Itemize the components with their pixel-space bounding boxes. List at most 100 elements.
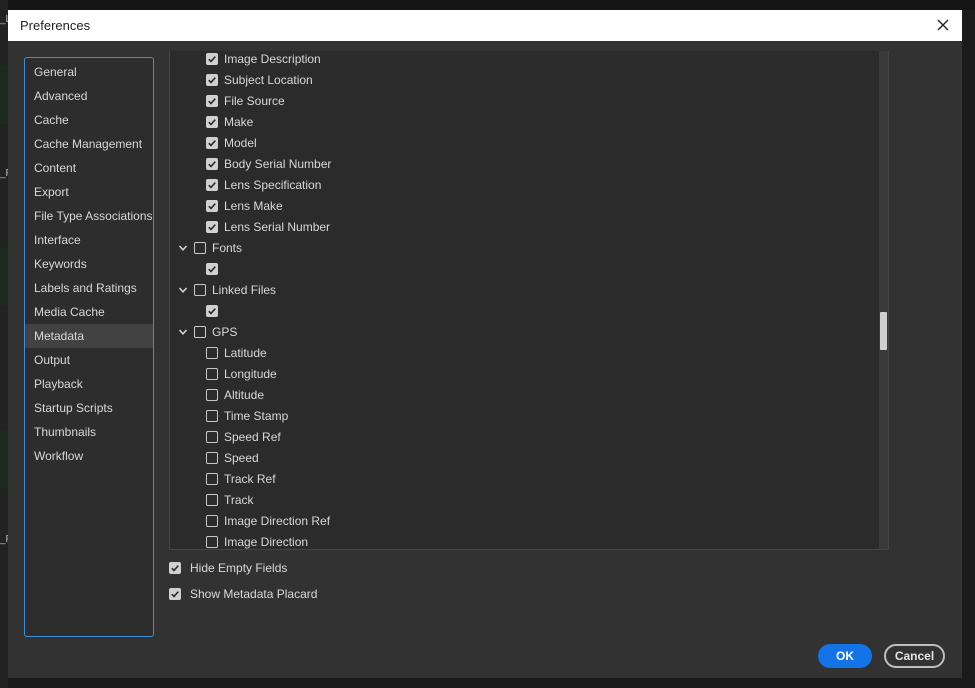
sidebar-item-cache-management[interactable]: Cache Management <box>25 132 153 156</box>
tree-field-row[interactable]: Subject Location <box>206 69 313 90</box>
sidebar-item-general[interactable]: General <box>25 60 153 84</box>
tree-field-row[interactable]: Speed <box>206 447 259 468</box>
tree-field-row[interactable]: Make <box>206 111 253 132</box>
title-bar: Preferences <box>8 10 962 41</box>
sidebar-item-export[interactable]: Export <box>25 180 153 204</box>
close-button[interactable] <box>932 14 954 36</box>
field-checkbox[interactable] <box>206 430 218 443</box>
tree-group-row[interactable]: GPS <box>176 321 237 342</box>
tree-group-row[interactable]: Fonts <box>176 237 242 258</box>
field-checkbox[interactable] <box>206 115 218 128</box>
show-metadata-placard-checkbox[interactable] <box>169 588 181 600</box>
background-thumbnail <box>0 430 8 488</box>
hide-empty-fields-checkbox[interactable] <box>169 562 181 574</box>
sidebar-item-media-cache[interactable]: Media Cache <box>25 300 153 324</box>
field-checkbox[interactable] <box>206 535 218 548</box>
scrollbar-thumb[interactable] <box>880 312 887 350</box>
field-checkbox[interactable] <box>206 514 218 527</box>
field-checkbox[interactable] <box>206 262 218 275</box>
tree-field-row[interactable]: Model <box>206 132 257 153</box>
metadata-fields-tree: Image Description Subject Location File So… <box>169 51 889 550</box>
tree-field-row[interactable]: Image Description <box>206 51 321 69</box>
field-label: Speed <box>224 450 259 465</box>
checkmark-icon <box>208 76 216 84</box>
field-label: Image Direction Ref <box>224 513 331 528</box>
sidebar-item-startup-scripts[interactable]: Startup Scripts <box>25 396 153 420</box>
field-label: Track Ref <box>224 471 276 486</box>
field-checkbox[interactable] <box>206 304 218 317</box>
field-label: Lens Specification <box>224 177 322 192</box>
field-checkbox[interactable] <box>206 73 218 86</box>
field-checkbox[interactable] <box>206 52 218 65</box>
sidebar-item-advanced[interactable]: Advanced <box>25 84 153 108</box>
tree-field-row[interactable]: Longitude <box>206 363 277 384</box>
chevron-down-icon[interactable] <box>176 325 190 339</box>
field-label: Image Direction <box>224 534 309 549</box>
field-label: GPS <box>212 324 238 339</box>
sidebar-item-content[interactable]: Content <box>25 156 153 180</box>
field-checkbox[interactable] <box>206 388 218 401</box>
field-checkbox[interactable] <box>206 220 218 233</box>
field-label: Subject Location <box>224 72 313 87</box>
field-label: Track <box>224 492 254 507</box>
field-label: Model <box>224 135 257 150</box>
tree-field-row[interactable]: Body Serial Number <box>206 153 331 174</box>
tree-group-row[interactable]: Linked Files <box>176 279 276 300</box>
checkmark-icon <box>208 307 216 315</box>
tree-field-row[interactable] <box>206 258 224 279</box>
tree-field-row[interactable]: Lens Specification <box>206 174 321 195</box>
field-checkbox[interactable] <box>206 472 218 485</box>
preferences-sidebar: General Advanced Cache Cache Management Cont… <box>24 57 154 637</box>
field-checkbox[interactable] <box>206 136 218 149</box>
field-checkbox[interactable] <box>194 241 206 254</box>
sidebar-item-playback[interactable]: Playback <box>25 372 153 396</box>
tree-field-row[interactable]: Time Stamp <box>206 405 288 426</box>
field-checkbox[interactable] <box>206 346 218 359</box>
field-label: Body Serial Number <box>224 156 332 171</box>
field-checkbox[interactable] <box>206 94 218 107</box>
cancel-button[interactable]: Cancel <box>884 644 945 668</box>
sidebar-item-cache[interactable]: Cache <box>25 108 153 132</box>
tree-scrollbar[interactable] <box>879 51 888 549</box>
tree-field-row[interactable]: Speed Ref <box>206 426 281 447</box>
sidebar-item-workflow[interactable]: Workflow <box>25 444 153 468</box>
sidebar-item-metadata[interactable]: Metadata <box>25 324 153 348</box>
field-checkbox[interactable] <box>206 199 218 212</box>
field-checkbox[interactable] <box>206 409 218 422</box>
field-checkbox[interactable] <box>206 178 218 191</box>
field-checkbox[interactable] <box>194 283 206 296</box>
hide-empty-fields-option[interactable]: Hide Empty Fields <box>169 558 287 578</box>
sidebar-item-keywords[interactable]: Keywords <box>25 252 153 276</box>
chevron-down-icon[interactable] <box>176 241 190 255</box>
tree-field-row[interactable]: Lens Serial Number <box>206 216 330 237</box>
tree-field-row[interactable]: File Source <box>206 90 285 111</box>
field-checkbox[interactable] <box>206 367 218 380</box>
field-label: Fonts <box>212 240 243 255</box>
sidebar-item-interface[interactable]: Interface <box>25 228 153 252</box>
chevron-down-icon[interactable] <box>176 283 190 297</box>
field-checkbox[interactable] <box>194 325 206 338</box>
tree-field-row[interactable]: Image Direction Ref <box>206 510 330 531</box>
field-checkbox[interactable] <box>206 451 218 464</box>
background-app-strip-top <box>0 0 975 10</box>
field-label: Make <box>224 114 254 129</box>
show-metadata-placard-label: Show Metadata Placard <box>190 587 318 601</box>
sidebar-item-thumbnails[interactable]: Thumbnails <box>25 420 153 444</box>
sidebar-item-file-type-associations[interactable]: File Type Associations <box>25 204 153 228</box>
ok-button[interactable]: OK <box>818 644 872 668</box>
tree-field-row[interactable]: Track Ref <box>206 468 276 489</box>
background-thumbnail <box>0 66 8 124</box>
tree-field-row[interactable]: Lens Make <box>206 195 283 216</box>
field-checkbox[interactable] <box>206 157 218 170</box>
tree-field-row[interactable]: Image Direction <box>206 531 309 549</box>
tree-field-row[interactable] <box>206 300 224 321</box>
sidebar-item-labels-and-ratings[interactable]: Labels and Ratings <box>25 276 153 300</box>
checkmark-icon <box>171 565 179 572</box>
sidebar-item-output[interactable]: Output <box>25 348 153 372</box>
tree-field-row[interactable]: Altitude <box>206 384 264 405</box>
field-checkbox[interactable] <box>206 493 218 506</box>
tree-field-row[interactable]: Track <box>206 489 254 510</box>
tree-field-row[interactable]: Latitude <box>206 342 267 363</box>
show-metadata-placard-option[interactable]: Show Metadata Placard <box>169 584 317 604</box>
close-icon <box>937 19 949 31</box>
